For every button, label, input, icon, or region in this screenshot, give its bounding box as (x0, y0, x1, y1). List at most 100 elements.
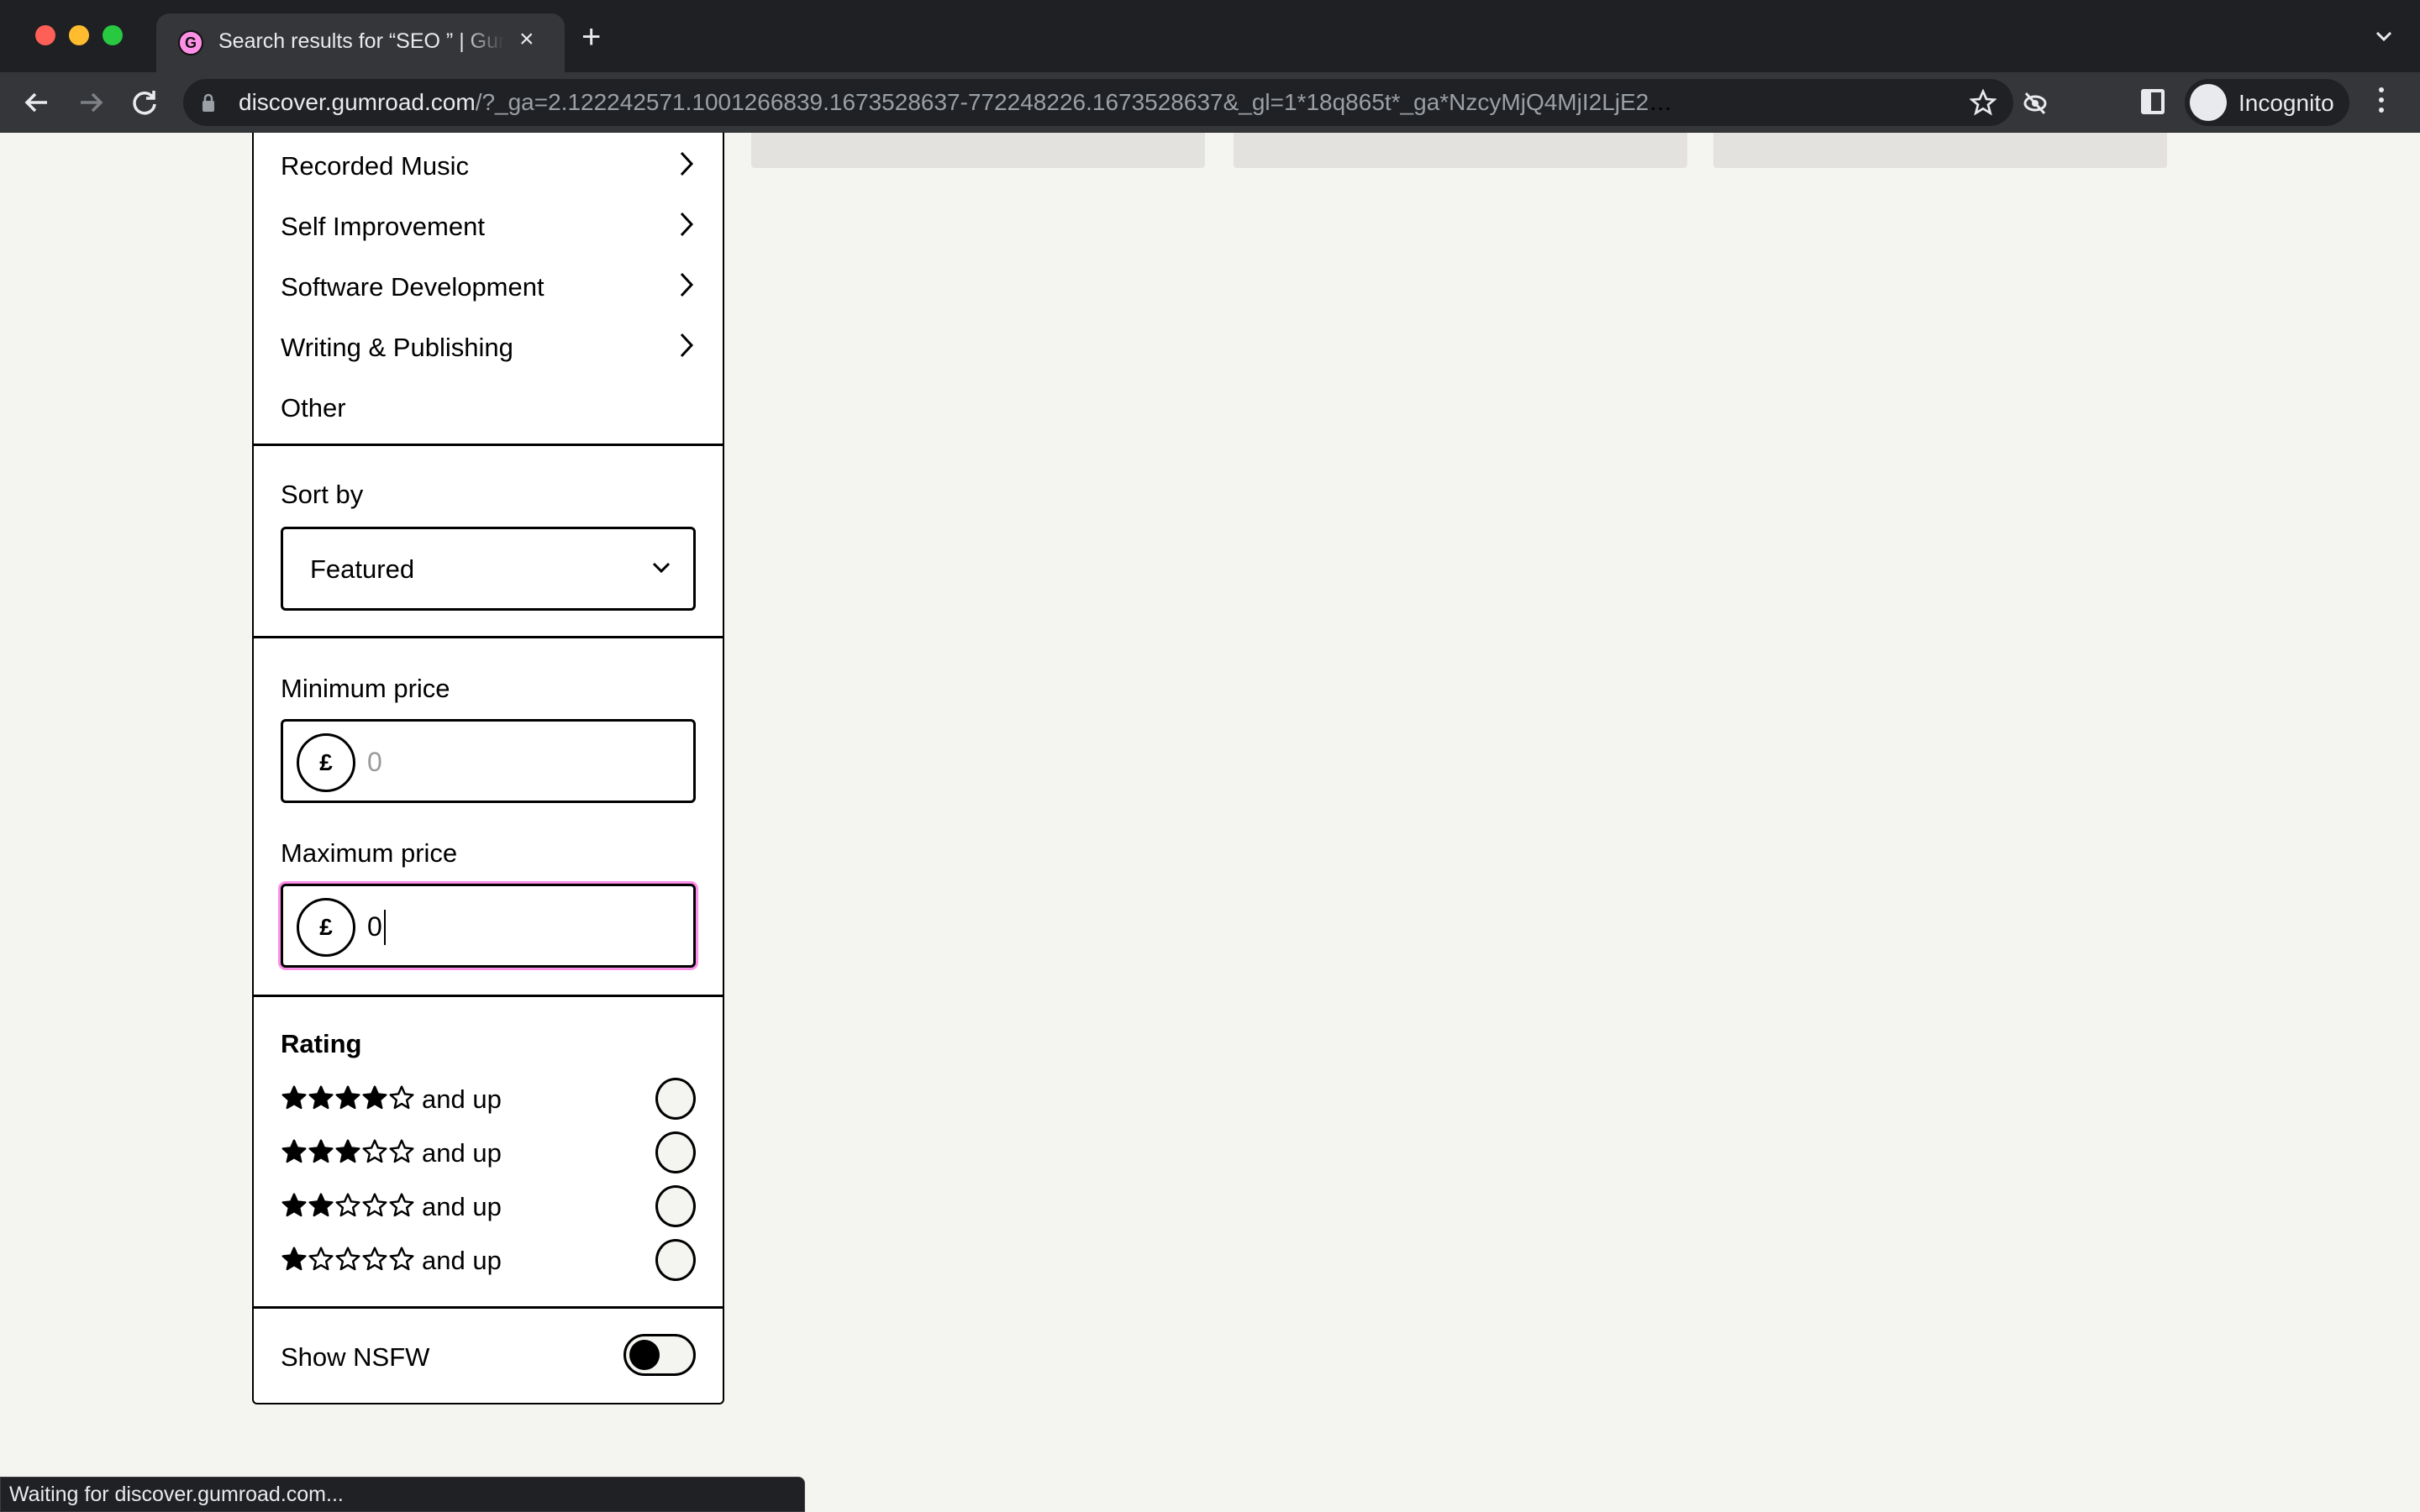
nsfw-section: Show NSFW (254, 1309, 723, 1404)
address-bar[interactable]: discover.gumroad.com/?_ga=2.122242571.10… (183, 79, 2047, 126)
star-outline-icon (335, 1193, 360, 1217)
star-outline-icon (362, 1193, 387, 1217)
star-outline-icon (335, 1247, 360, 1271)
browser-tab-bar: G Search results for “SEO ” | Gumroad × … (0, 0, 2420, 72)
category-item-other[interactable]: Other (281, 383, 696, 433)
star-rating-3 (281, 1138, 415, 1168)
rating-option-label: and up (422, 1084, 502, 1114)
rating-option-label: and up (422, 1192, 502, 1221)
sort-by-select[interactable]: Featured (281, 527, 696, 611)
star-outline-icon (389, 1139, 414, 1163)
text-caret (384, 910, 386, 945)
maximum-price-input[interactable] (367, 901, 678, 952)
forward-arrow-icon[interactable] (76, 87, 106, 118)
tab-title: Search results for “SEO ” | Gumroad (218, 29, 504, 53)
category-item-self-improvement[interactable]: Self Improvement (281, 202, 696, 252)
pound-currency-icon: £ (297, 733, 355, 792)
tab-close-icon[interactable]: × (519, 27, 534, 52)
show-nsfw-toggle[interactable] (623, 1334, 696, 1376)
product-card-skeleton (1713, 133, 2167, 168)
browser-toolbar: discover.gumroad.com/?_ga=2.122242571.10… (0, 72, 2420, 133)
maximum-price-field[interactable]: £ (281, 884, 696, 968)
rating-option-2-and-up[interactable]: and up (281, 1182, 696, 1232)
star-filled-icon (308, 1139, 334, 1163)
rating-radio[interactable] (655, 1185, 696, 1227)
status-text: Waiting for discover.gumroad.com... (9, 1483, 344, 1506)
rating-option-1-and-up[interactable]: and up (281, 1236, 696, 1286)
category-item-software-development[interactable]: Software Development (281, 262, 696, 312)
sort-selected-value: Featured (310, 554, 415, 584)
new-tab-button[interactable]: + (581, 20, 601, 54)
star-rating-1 (281, 1246, 415, 1276)
minimum-price-label: Minimum price (281, 674, 450, 703)
side-panel-icon[interactable] (2141, 89, 2165, 114)
star-filled-icon (308, 1193, 334, 1217)
star-outline-icon (389, 1085, 414, 1110)
star-filled-icon (281, 1247, 307, 1271)
rating-option-label: and up (422, 1138, 502, 1168)
browser-tab-active[interactable]: G Search results for “SEO ” | Gumroad × (156, 13, 565, 72)
star-rating-4 (281, 1084, 415, 1115)
categories-section: Recorded Music Self Improvement Software… (254, 133, 723, 446)
back-arrow-icon[interactable] (22, 87, 52, 118)
rating-option-4-and-up[interactable]: and up (281, 1074, 696, 1125)
rating-section: Rating and up and up and up and up (254, 997, 723, 1309)
rating-radio[interactable] (655, 1078, 696, 1120)
incognito-profile-button[interactable]: Incognito (2185, 79, 2349, 126)
chevron-down-icon (652, 562, 671, 574)
sort-by-label: Sort by (281, 480, 364, 509)
price-section: Minimum price £ Maximum price £ (254, 638, 723, 997)
star-outline-icon (362, 1247, 387, 1271)
incognito-label: Incognito (2238, 90, 2334, 116)
page-content: Recorded Music Self Improvement Software… (0, 133, 2420, 1512)
minimum-price-input[interactable] (367, 737, 678, 787)
star-rating-2 (281, 1192, 415, 1222)
incognito-icon (2190, 84, 2227, 121)
close-window-button[interactable] (35, 25, 55, 45)
star-outline-icon (362, 1139, 387, 1163)
tab-search-chevron-down-icon[interactable] (2373, 25, 2395, 47)
product-card-skeleton (1234, 133, 1687, 168)
chevron-right-icon (680, 151, 694, 176)
star-filled-icon (281, 1085, 307, 1110)
category-item-writing-publishing[interactable]: Writing & Publishing (281, 323, 696, 373)
show-nsfw-label: Show NSFW (281, 1342, 430, 1372)
star-filled-icon (308, 1085, 334, 1110)
toggle-knob (629, 1340, 660, 1370)
category-label: Other (281, 393, 346, 423)
gumroad-favicon-icon: G (178, 30, 203, 55)
star-outline-icon (389, 1193, 414, 1217)
tracking-protection-eye-off-icon[interactable] (2022, 91, 2049, 116)
pound-currency-icon: £ (297, 898, 355, 957)
star-outline-icon (389, 1247, 414, 1271)
category-item-recorded-music[interactable]: Recorded Music (281, 141, 696, 192)
category-label: Self Improvement (281, 212, 485, 241)
star-outline-icon (308, 1247, 334, 1271)
browser-status-bar: Waiting for discover.gumroad.com... (0, 1477, 805, 1512)
maximize-window-button[interactable] (103, 25, 123, 45)
rating-option-3-and-up[interactable]: and up (281, 1128, 696, 1179)
star-filled-icon (281, 1193, 307, 1217)
maximum-price-label: Maximum price (281, 838, 458, 868)
reload-icon[interactable] (129, 87, 160, 118)
category-label: Writing & Publishing (281, 333, 513, 362)
rating-option-label: and up (422, 1246, 502, 1275)
rating-radio[interactable] (655, 1239, 696, 1281)
url-text[interactable]: discover.gumroad.com/?_ga=2.122242571.10… (239, 89, 1676, 116)
chevron-right-icon (680, 212, 694, 237)
browser-menu-icon[interactable] (2376, 87, 2386, 118)
star-filled-icon (281, 1139, 307, 1163)
minimum-price-field[interactable]: £ (281, 719, 696, 803)
category-label: Software Development (281, 272, 544, 302)
star-filled-icon (335, 1085, 360, 1110)
filters-sidebar: Recorded Music Self Improvement Software… (252, 133, 724, 1404)
rating-radio[interactable] (655, 1131, 696, 1173)
rating-label: Rating (281, 1029, 362, 1058)
bookmark-star-icon[interactable] (1970, 89, 1996, 116)
chevron-right-icon (680, 272, 694, 297)
minimize-window-button[interactable] (69, 25, 89, 45)
category-label: Recorded Music (281, 151, 469, 181)
star-filled-icon (362, 1085, 387, 1110)
sort-section: Sort by Featured (254, 446, 723, 638)
chevron-right-icon (680, 333, 694, 358)
